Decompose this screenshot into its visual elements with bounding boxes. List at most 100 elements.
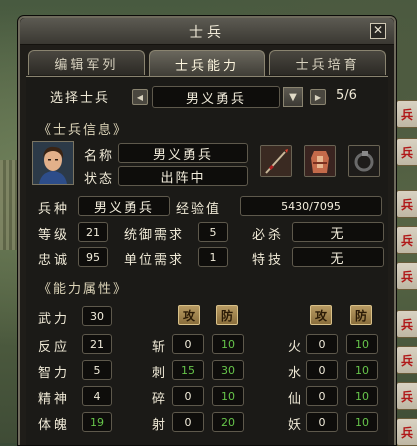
tab-soldier-ability[interactable]: 士兵能力 bbox=[148, 50, 266, 77]
prev-soldier-button[interactable]: ◀ bbox=[132, 89, 148, 105]
unit-req-label: 单位需求 bbox=[124, 253, 185, 268]
soldier-window: 士兵 ✕ 编辑军列 士兵能力 士兵培育 选择士兵 ◀ 男义勇兵 ▼ ▶ 5/6 … bbox=[18, 16, 396, 445]
side-list-tag[interactable]: 兵 bbox=[396, 310, 417, 338]
element-attack-value: 0 bbox=[306, 334, 338, 354]
command-req-value: 5 bbox=[198, 222, 228, 242]
critical-value: 无 bbox=[292, 222, 384, 242]
side-list-tag-label: 兵 bbox=[400, 145, 413, 160]
side-list-tag[interactable]: 兵 bbox=[396, 138, 417, 166]
soldier-portrait bbox=[32, 141, 74, 185]
element-defense-value: 10 bbox=[346, 360, 378, 380]
element-defense-header: 防 bbox=[350, 305, 372, 325]
side-list-tag[interactable]: 兵 bbox=[396, 382, 417, 410]
armor-icon bbox=[305, 146, 335, 176]
level-value: 21 bbox=[78, 222, 108, 242]
stat-label: 体魄 bbox=[38, 418, 71, 433]
weapon-attack-value: 15 bbox=[172, 360, 204, 380]
weapon-defense-value: 30 bbox=[212, 360, 244, 380]
name-value: 男义勇兵 bbox=[118, 143, 248, 163]
ability-heading: 《能力属性》 bbox=[38, 282, 129, 297]
exp-label: 经验值 bbox=[176, 202, 222, 217]
side-list-tag[interactable]: 兵 bbox=[396, 418, 417, 446]
side-list-tag-label: 兵 bbox=[400, 353, 413, 368]
tab-edit-formation[interactable]: 编辑军列 bbox=[28, 50, 145, 75]
weapon-defense-value: 10 bbox=[212, 334, 244, 354]
soldier-info-heading: 《士兵信息》 bbox=[38, 123, 129, 138]
element-defense-value: 10 bbox=[346, 412, 378, 432]
tab-soldier-training[interactable]: 士兵培育 bbox=[269, 50, 387, 75]
unit-req-value: 1 bbox=[198, 247, 228, 267]
armor-slot[interactable] bbox=[304, 145, 336, 177]
side-list-tag-label: 兵 bbox=[400, 233, 413, 248]
weapon-attack-value: 0 bbox=[172, 334, 204, 354]
side-list-tag-label: 兵 bbox=[400, 197, 413, 212]
side-list-tag-label: 兵 bbox=[400, 389, 413, 404]
triangle-right-icon: ▶ bbox=[314, 92, 322, 102]
type-value: 男义勇兵 bbox=[78, 196, 170, 216]
element-label: 仙 bbox=[288, 392, 304, 407]
stat-value: 5 bbox=[82, 360, 112, 380]
chevron-down-icon: ▼ bbox=[289, 91, 297, 103]
tab-content: 选择士兵 ◀ 男义勇兵 ▼ ▶ 5/6 《士兵信息》 名称 男义勇兵 状态 出阵… bbox=[26, 76, 388, 445]
soldier-portrait-image bbox=[33, 142, 73, 184]
element-label: 水 bbox=[288, 366, 304, 381]
weapon-attack-value: 0 bbox=[172, 386, 204, 406]
weapon-defense-header: 防 bbox=[216, 305, 238, 325]
side-list-tag[interactable]: 兵 bbox=[396, 262, 417, 290]
state-label: 状态 bbox=[84, 172, 115, 187]
weapon-type-label: 碎 bbox=[152, 392, 168, 407]
name-label: 名称 bbox=[84, 149, 115, 164]
side-list-tag-label: 兵 bbox=[400, 269, 413, 284]
weapon-attack-value: 0 bbox=[172, 412, 204, 432]
special-skill-value: 无 bbox=[292, 247, 384, 267]
element-label: 妖 bbox=[288, 418, 304, 433]
tab-bar: 编辑军列 士兵能力 士兵培育 bbox=[28, 50, 387, 77]
side-list-tag[interactable]: 兵 bbox=[396, 100, 417, 128]
stat-value: 4 bbox=[82, 386, 112, 406]
accessory-slot[interactable] bbox=[348, 145, 380, 177]
stat-value: 21 bbox=[82, 334, 112, 354]
side-list-tag-label: 兵 bbox=[400, 425, 413, 440]
stat-value: 30 bbox=[82, 306, 112, 326]
level-label: 等级 bbox=[38, 228, 71, 243]
side-list-tag[interactable]: 兵 bbox=[396, 190, 417, 218]
triangle-left-icon: ◀ bbox=[136, 92, 144, 102]
element-label: 火 bbox=[288, 340, 304, 355]
element-attack-value: 0 bbox=[306, 360, 338, 380]
element-defense-value: 10 bbox=[346, 386, 378, 406]
type-label: 兵种 bbox=[38, 202, 71, 217]
element-defense-value: 10 bbox=[346, 334, 378, 354]
critical-label: 必杀 bbox=[252, 228, 285, 243]
soldier-select-dropdown[interactable]: 男义勇兵 bbox=[152, 86, 280, 108]
side-list-tag[interactable]: 兵 bbox=[396, 346, 417, 374]
stat-label: 智力 bbox=[38, 366, 71, 381]
special-skill-label: 特技 bbox=[252, 253, 285, 268]
element-attack-value: 0 bbox=[306, 412, 338, 432]
ring-icon bbox=[349, 146, 379, 176]
state-value: 出阵中 bbox=[118, 166, 248, 186]
weapon-defense-value: 10 bbox=[212, 386, 244, 406]
stat-label: 反应 bbox=[38, 340, 71, 355]
side-list-tag[interactable]: 兵 bbox=[396, 226, 417, 254]
loyalty-label: 忠诚 bbox=[38, 253, 71, 268]
weapon-slot[interactable] bbox=[260, 145, 292, 177]
select-soldier-label: 选择士兵 bbox=[50, 91, 111, 106]
spear-icon bbox=[261, 146, 291, 176]
dropdown-button[interactable]: ▼ bbox=[283, 87, 303, 107]
soldier-select-value: 男义勇兵 bbox=[185, 91, 246, 107]
weapon-attack-header: 攻 bbox=[178, 305, 200, 325]
stat-value: 19 bbox=[82, 412, 112, 432]
loyalty-value: 95 bbox=[78, 247, 108, 267]
next-soldier-button[interactable]: ▶ bbox=[310, 89, 326, 105]
weapon-type-label: 斩 bbox=[152, 340, 168, 355]
side-list-tag-label: 兵 bbox=[400, 107, 413, 122]
command-req-label: 统御需求 bbox=[124, 228, 185, 243]
weapon-type-label: 刺 bbox=[152, 366, 168, 381]
exp-value: 5430/7095 bbox=[240, 196, 382, 216]
stat-label: 武力 bbox=[38, 312, 71, 327]
soldier-page-counter: 5/6 bbox=[336, 88, 357, 103]
close-button[interactable]: ✕ bbox=[370, 23, 386, 39]
window-title: 士兵 bbox=[189, 25, 225, 41]
weapon-type-label: 射 bbox=[152, 418, 168, 433]
title-bar[interactable]: 士兵 ✕ bbox=[20, 18, 394, 45]
